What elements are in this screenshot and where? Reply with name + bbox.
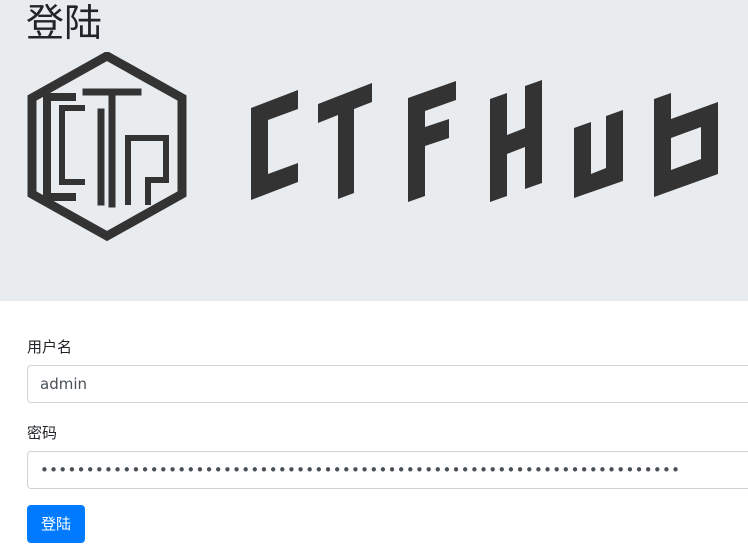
username-input[interactable]: [27, 365, 748, 403]
login-form: 用户名 密码 登陆: [0, 301, 748, 544]
ctfhub-hexagon-icon: [27, 52, 187, 242]
ctfhub-logo: [27, 52, 718, 242]
page-title: 登陆: [26, 1, 103, 45]
login-button[interactable]: 登陆: [27, 505, 85, 543]
password-input[interactable]: [27, 451, 748, 489]
header-jumbotron: 登陆: [0, 0, 748, 301]
password-label: 密码: [27, 424, 58, 442]
username-label: 用户名: [27, 338, 73, 356]
ctfhub-wordmark: [251, 80, 718, 202]
